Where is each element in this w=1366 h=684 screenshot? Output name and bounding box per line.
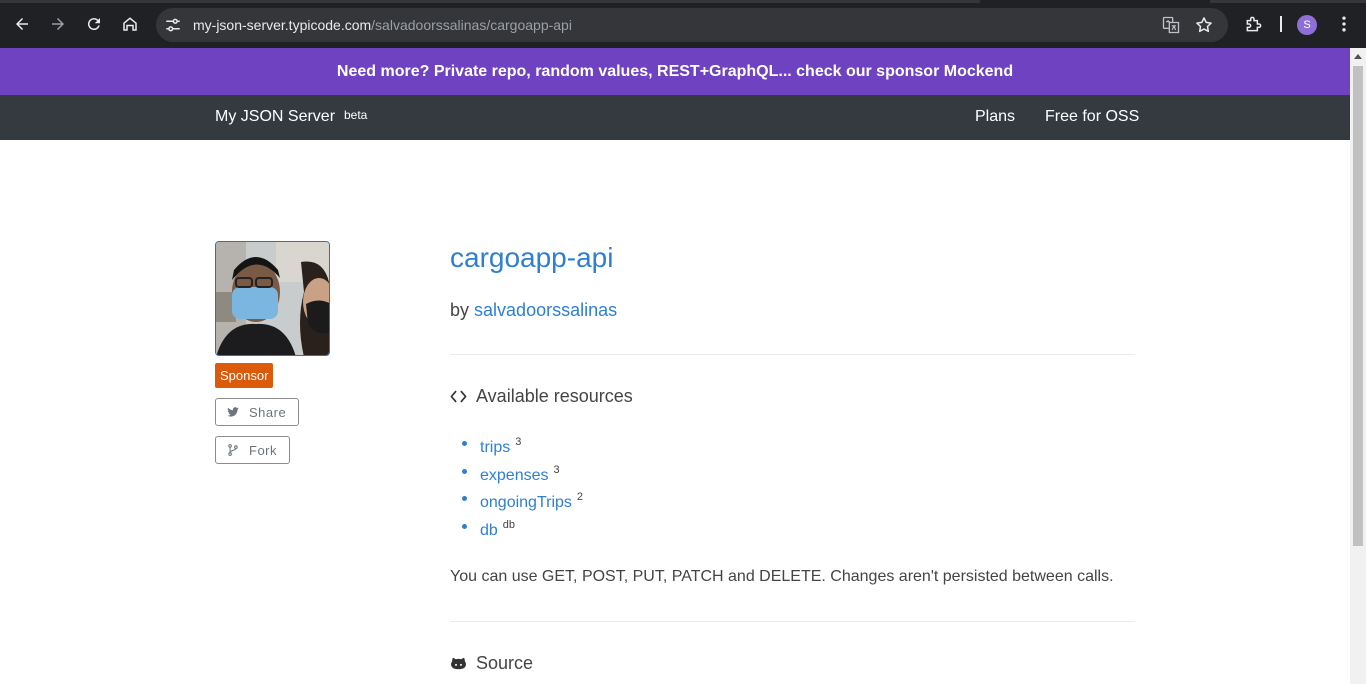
resource-link-trips[interactable]: trips 3 — [480, 436, 521, 457]
avatar-image — [216, 242, 329, 355]
resource-count: 3 — [515, 436, 522, 448]
share-label: Share — [249, 404, 287, 420]
nav-link-free-for-oss[interactable]: Free for OSS — [1045, 108, 1139, 126]
resource-name: db — [480, 521, 498, 539]
resource-link-expenses[interactable]: expenses 3 — [480, 464, 560, 485]
url-text[interactable]: my-json-server.typicode.com/salvadoorssa… — [193, 17, 572, 33]
source-heading: Source — [450, 653, 533, 674]
resource-count: 3 — [553, 463, 560, 476]
resources-heading: Available resources — [450, 386, 633, 407]
resource-count: db — [502, 518, 516, 531]
github-icon — [451, 657, 466, 670]
beta-label: beta — [344, 108, 368, 122]
resource-link-ongoingtrips[interactable]: ongoingTrips 2 — [480, 491, 583, 512]
brand-link[interactable]: My JSON Server — [215, 108, 335, 126]
arrow-left-icon — [16, 18, 28, 30]
fork-icon — [228, 444, 238, 456]
browser-toolbar: my-json-server.typicode.com/salvadoorssa… — [0, 0, 1366, 48]
owner-link[interactable]: salvadoorssalinas — [474, 300, 617, 320]
repo-title[interactable]: cargoapp-api — [450, 242, 613, 274]
share-button[interactable]: Share — [215, 398, 300, 426]
scroll-up-arrow[interactable] — [1354, 54, 1362, 59]
tab-strip — [0, 0, 1366, 3]
resource-name: ongoingTrips — [480, 494, 572, 511]
repo-byline: by salvadoorssalinas — [450, 300, 617, 321]
byline-prefix: by — [450, 300, 470, 320]
page-viewport: Need more? Private repo, random values, … — [0, 48, 1366, 684]
profile-initial: S — [1303, 19, 1311, 31]
url-host: my-json-server.typicode.com — [193, 17, 372, 33]
owner-avatar[interactable] — [215, 241, 330, 356]
profile-avatar[interactable]: S — [1297, 15, 1317, 35]
translate-icon[interactable] — [1161, 15, 1181, 35]
resource-link-db[interactable]: db db — [480, 519, 515, 540]
sponsor-badge[interactable]: Sponsor — [215, 363, 274, 388]
address-bar[interactable]: my-json-server.typicode.com/salvadoorssa… — [156, 8, 1228, 42]
source-heading-text: Source — [476, 653, 534, 673]
fork-button[interactable]: Fork — [215, 436, 290, 464]
arrow-right-icon — [52, 18, 64, 30]
resources-heading-text: Available resources — [476, 386, 633, 406]
divider — [450, 621, 1135, 622]
more-menu-icon[interactable] — [1334, 14, 1354, 34]
toolbar-divider — [1280, 16, 1282, 32]
resource-name: expenses — [480, 466, 549, 484]
divider — [450, 354, 1135, 355]
nav-link-plans[interactable]: Plans — [975, 108, 1015, 126]
site-info-icon[interactable] — [164, 16, 182, 34]
bookmark-star-icon[interactable] — [1194, 15, 1214, 35]
extensions-icon[interactable] — [1244, 14, 1264, 34]
sponsor-banner-link[interactable]: Need more? Private repo, random values, … — [0, 48, 1350, 95]
fork-label: Fork — [249, 442, 277, 458]
methods-note: You can use GET, POST, PUT, PATCH and DE… — [450, 568, 1114, 585]
home-icon — [123, 17, 137, 31]
resource-name: trips — [480, 439, 511, 456]
forward-button[interactable] — [44, 10, 72, 38]
reload-icon — [87, 18, 100, 31]
twitter-icon — [227, 407, 239, 417]
page-scrollbar[interactable] — [1350, 48, 1366, 684]
home-button[interactable] — [116, 10, 144, 38]
resource-count: 2 — [576, 491, 584, 503]
back-button[interactable] — [8, 10, 36, 38]
site-navbar: My JSON Server beta Plans Free for OSS — [0, 95, 1350, 140]
code-brackets-icon — [450, 390, 467, 403]
reload-button[interactable] — [80, 10, 108, 38]
sponsor-badge-label: Sponsor — [220, 368, 269, 383]
scrollbar-thumb[interactable] — [1353, 66, 1363, 546]
main-content: Sponsor Share Fork cargoapp-api by salva… — [0, 140, 1350, 684]
url-path: /salvadoorssalinas/cargoapp-api — [371, 17, 572, 33]
sponsor-banner-text: Need more? Private repo, random values, … — [336, 62, 1014, 80]
